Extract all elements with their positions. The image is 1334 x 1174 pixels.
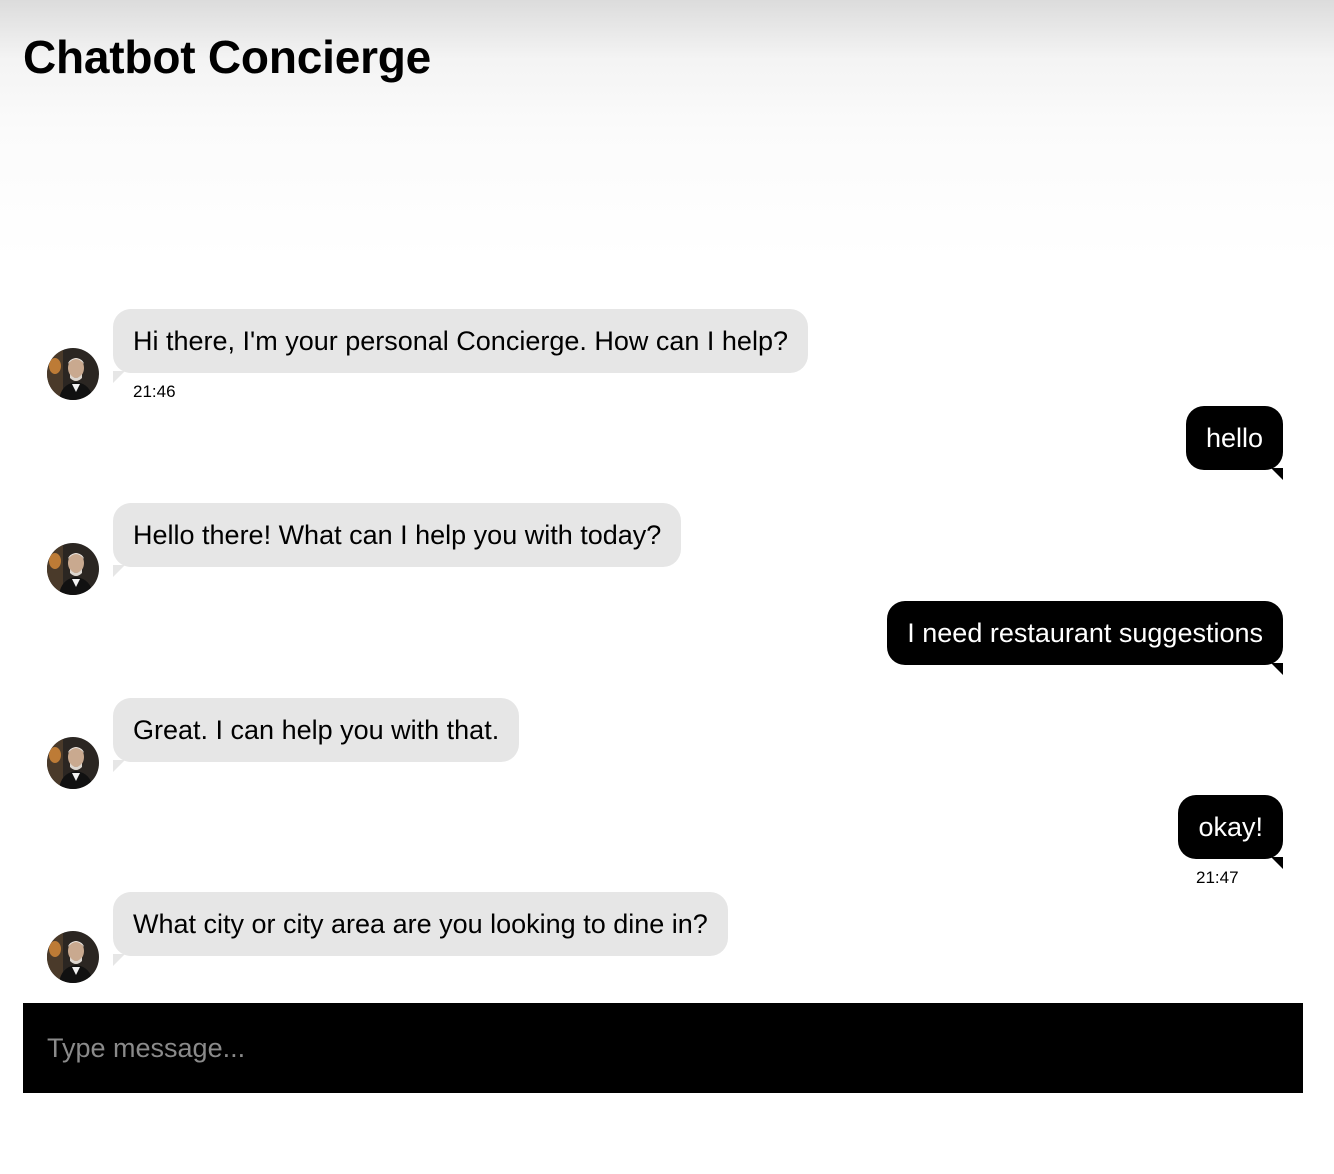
message-input[interactable] bbox=[23, 1003, 1303, 1093]
message-timestamp: 21:47 bbox=[1196, 868, 1239, 887]
bot-avatar bbox=[47, 543, 99, 595]
bot-message-bubble: What city or city area are you looking t… bbox=[113, 892, 728, 966]
bot-avatar-image bbox=[47, 931, 99, 983]
bot-avatar-image bbox=[47, 348, 99, 400]
message-timestamp: 21:46 bbox=[133, 382, 176, 401]
bot-message-bubble: Hi there, I'm your personal Concierge. H… bbox=[113, 309, 808, 383]
bot-avatar-image bbox=[47, 543, 99, 595]
bot-message-bubble: Great. I can help you with that. bbox=[113, 698, 520, 772]
user-message-bubble: hello bbox=[1185, 406, 1284, 480]
bot-avatar-image bbox=[47, 737, 99, 789]
user-message-bubble: I need restaurant suggestions bbox=[887, 601, 1283, 675]
message-composer bbox=[23, 1003, 1303, 1093]
user-message-bubble: okay! bbox=[1178, 795, 1283, 869]
bot-avatar bbox=[47, 931, 99, 983]
bot-avatar bbox=[47, 348, 99, 400]
chat-page: Chatbot Concierge Hi there, I'm your per… bbox=[0, 0, 1334, 1174]
message-list[interactable]: Hi there, I'm your personal Concierge. H… bbox=[0, 0, 1334, 1000]
bot-message-bubble: Hello there! What can I help you with to… bbox=[113, 503, 682, 577]
bot-avatar bbox=[47, 737, 99, 789]
